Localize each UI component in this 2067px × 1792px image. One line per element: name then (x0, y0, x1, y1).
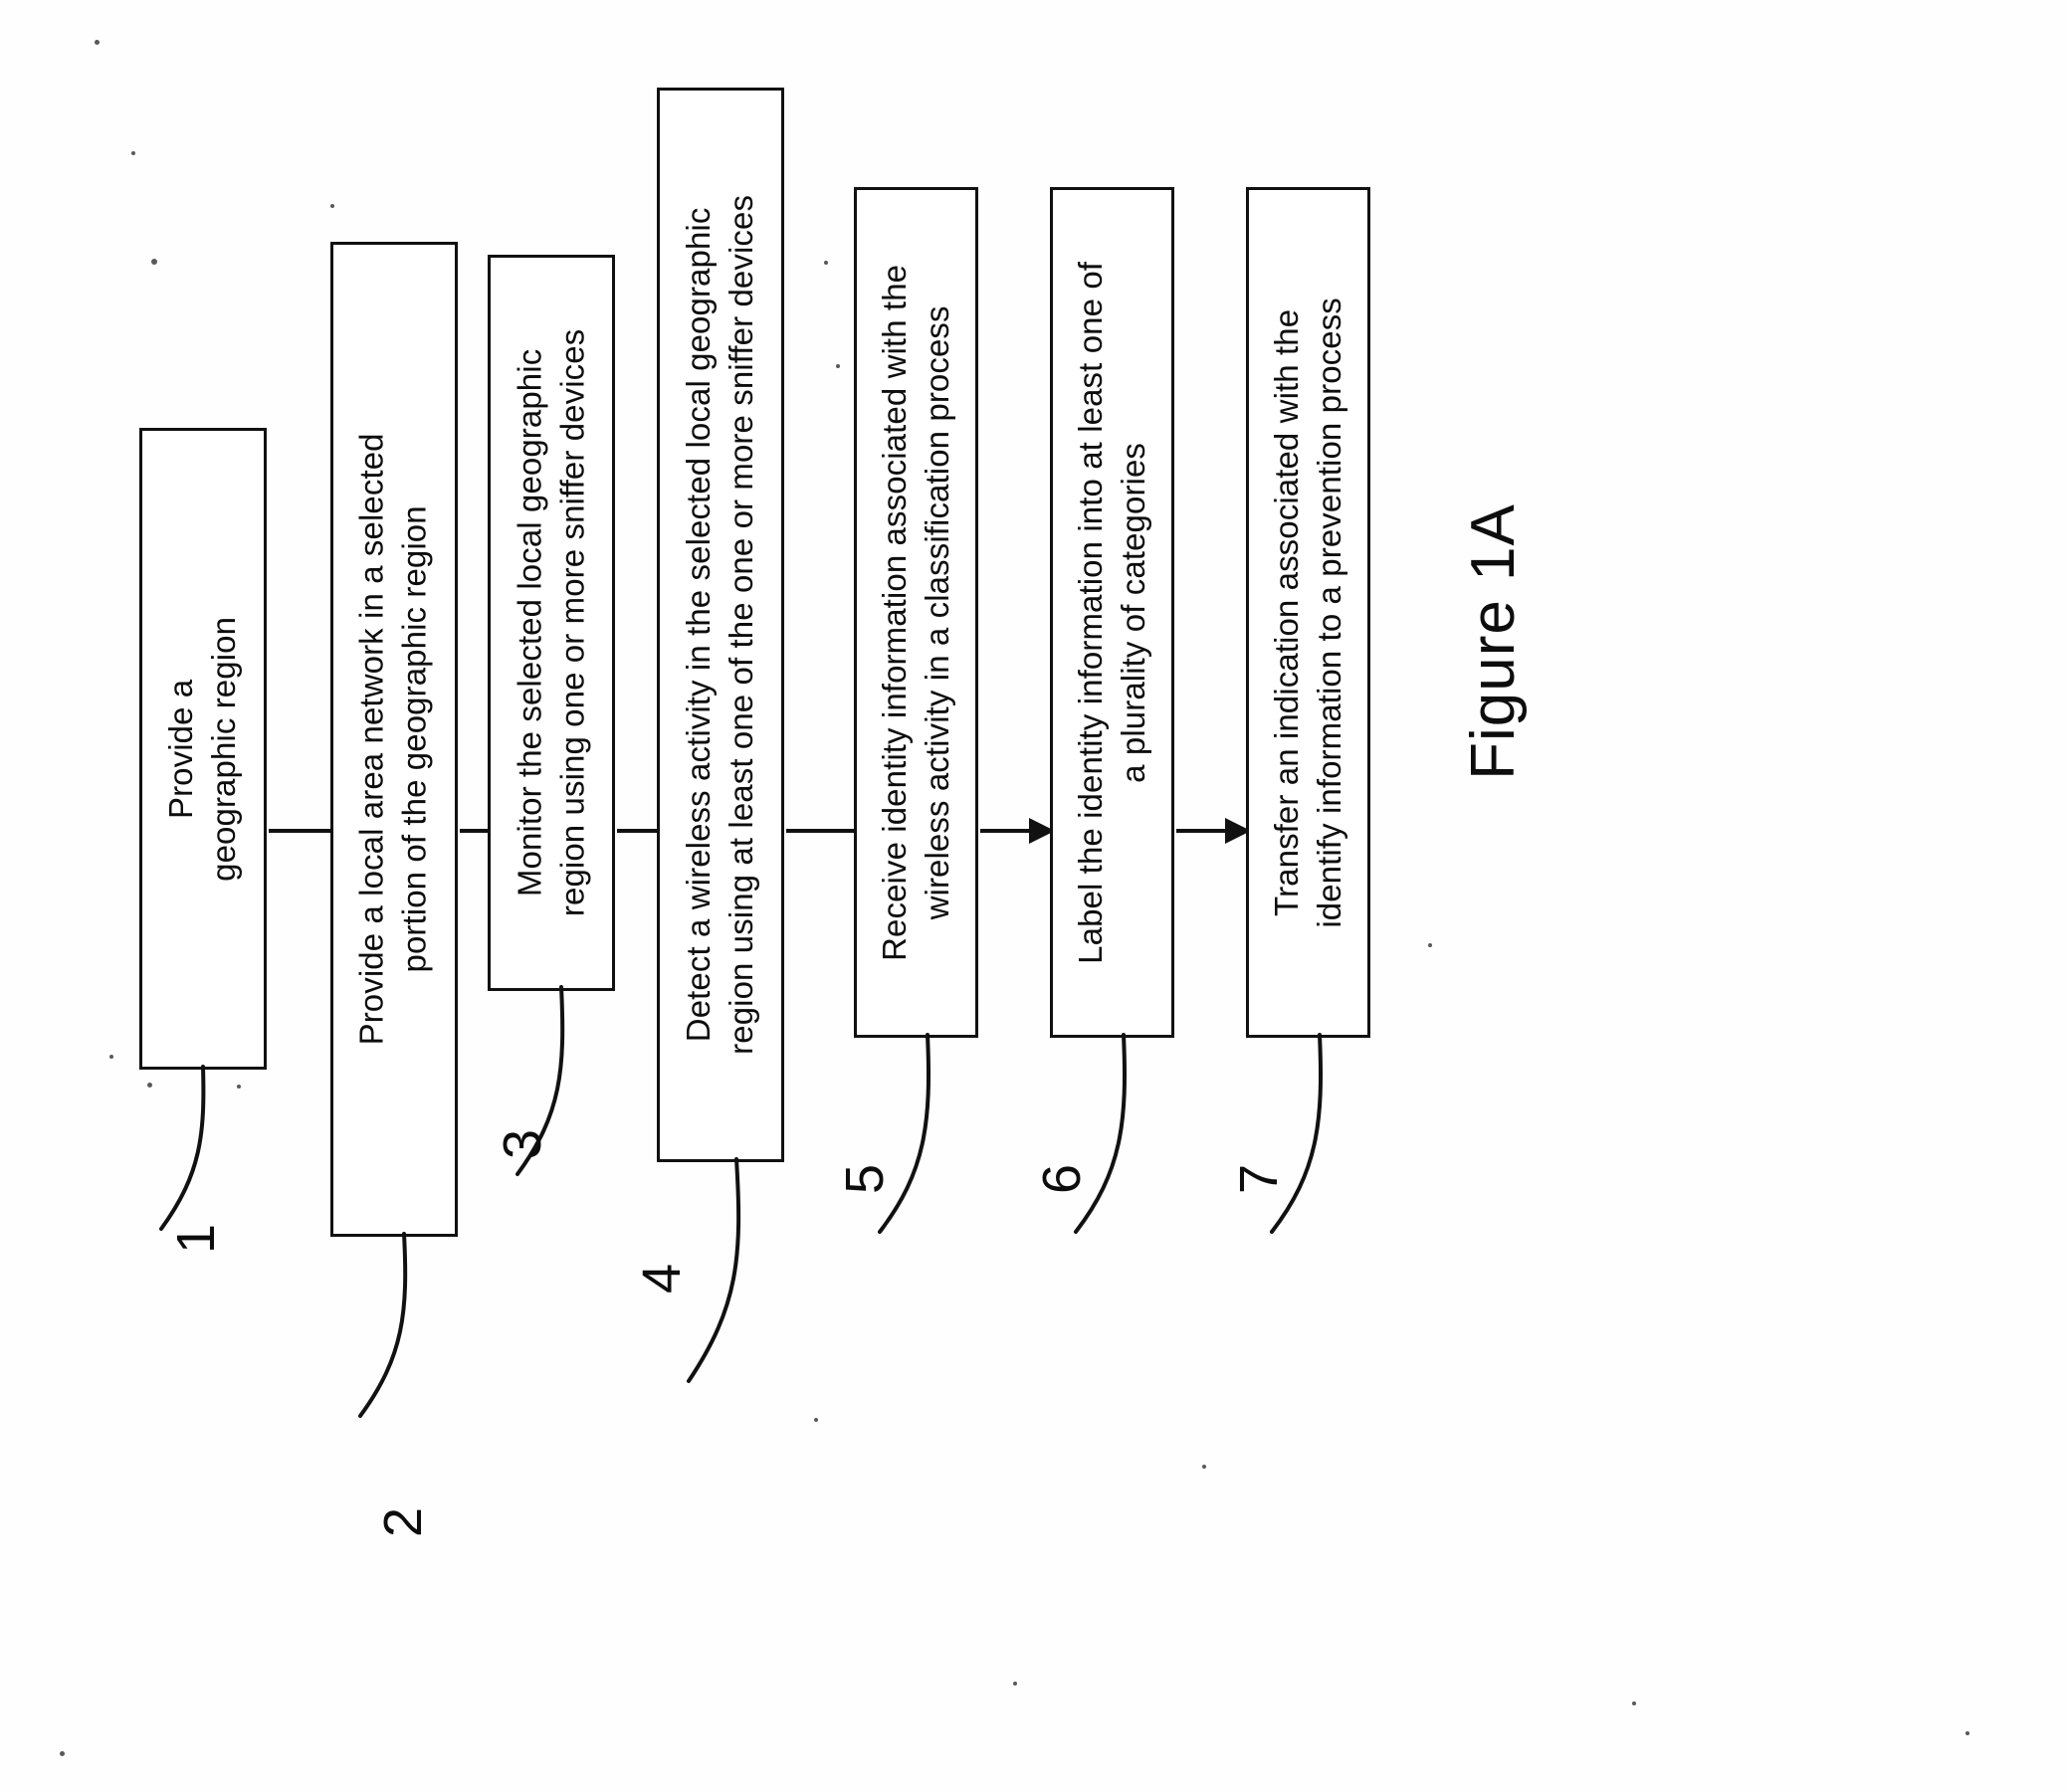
ref-numeral-7: 7 (1229, 1163, 1289, 1195)
flow-step-label-4: Detect a wireless activity in the select… (680, 195, 759, 1055)
flow-step-box-6[interactable]: Label the identity information into at l… (1050, 187, 1174, 1038)
scan-speck (95, 40, 100, 45)
scan-speck (151, 259, 157, 265)
flow-step-box-5[interactable]: Receive identity information associated … (854, 187, 978, 1038)
leader-path-2 (358, 1232, 408, 1418)
scan-speck (1965, 1731, 1969, 1735)
ref-numeral-2: 2 (373, 1506, 433, 1538)
scan-speck (60, 1751, 65, 1756)
leader-path-4 (687, 1157, 741, 1383)
scan-speck (824, 261, 828, 265)
flow-step-box-2[interactable]: Provide a local area network in a select… (330, 242, 458, 1237)
ref-numeral-6: 6 (1032, 1163, 1092, 1195)
scan-speck (1202, 1465, 1206, 1469)
flow-step-label-7: Transfer an indication associated with t… (1267, 297, 1347, 928)
leader-line-7 (1270, 1033, 1323, 1234)
scan-speck (131, 151, 135, 155)
flow-step-box-7[interactable]: Transfer an indication associated with t… (1246, 187, 1370, 1038)
connector-arrow-6-7 (1176, 829, 1248, 833)
flow-step-label-3: Monitor the selected local geographic re… (511, 328, 591, 917)
flow-step-label-1: Provide a geographic region (162, 616, 242, 882)
flow-step-label-5: Receive identity information associated … (875, 264, 955, 961)
flow-step-box-4[interactable]: Detect a wireless activity in the select… (657, 88, 784, 1162)
leader-line-6 (1074, 1033, 1127, 1234)
scan-speck (330, 204, 334, 208)
flow-step-box-3[interactable]: Monitor the selected local geographic re… (488, 255, 615, 991)
ref-numeral-4: 4 (632, 1263, 692, 1294)
flow-step-label-2: Provide a local area network in a select… (353, 433, 434, 1046)
leader-path-1 (159, 1065, 206, 1231)
leader-line-2 (358, 1232, 408, 1418)
scan-speck (1428, 943, 1432, 947)
scan-speck (147, 1083, 152, 1088)
scan-speck (836, 364, 840, 368)
figure-canvas: Provide a geographic region 1 Provide a … (0, 0, 2067, 1792)
connector-arrow-5-6 (980, 829, 1052, 833)
scan-speck (109, 1055, 113, 1059)
scan-speck (814, 1418, 818, 1422)
leader-line-5 (878, 1033, 930, 1234)
scan-speck (1632, 1701, 1636, 1705)
ref-numeral-3: 3 (493, 1128, 552, 1160)
scan-speck (237, 1085, 241, 1089)
scan-speck (1013, 1682, 1017, 1686)
figure-caption: Figure 1A (1459, 503, 1528, 780)
ref-numeral-1: 1 (166, 1223, 226, 1255)
ref-numeral-5: 5 (835, 1163, 895, 1195)
flow-step-label-6: Label the identity information into at l… (1071, 261, 1151, 964)
flow-step-box-1[interactable]: Provide a geographic region (139, 428, 267, 1070)
